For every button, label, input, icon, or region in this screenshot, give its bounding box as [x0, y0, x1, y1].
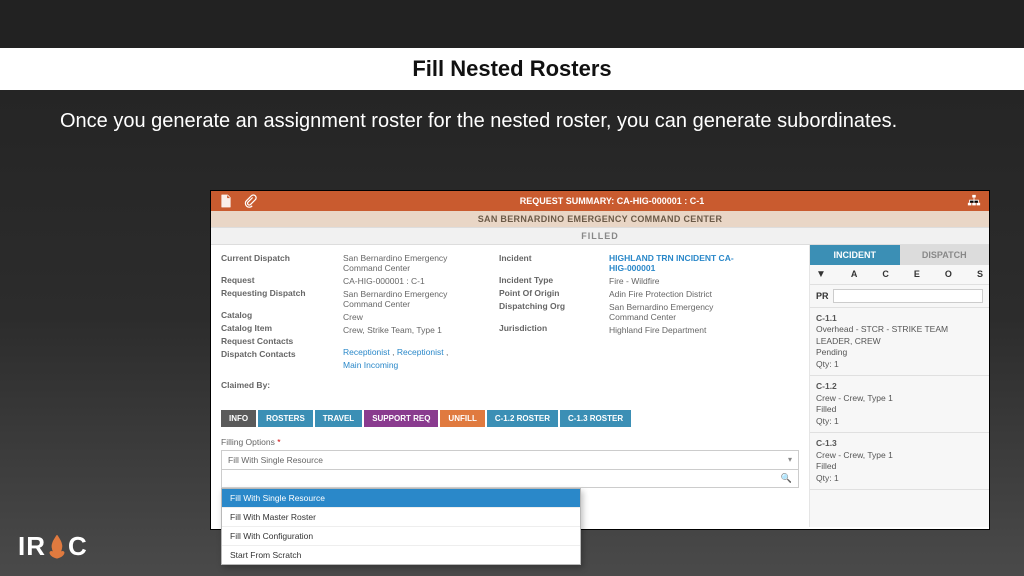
- value-catalog: Crew: [343, 312, 471, 322]
- label-request: Request: [221, 275, 315, 285]
- letter-filter-row: ▼ A C E O S: [810, 265, 989, 285]
- flame-icon: [48, 535, 66, 559]
- label-point-of-origin: Point Of Origin: [499, 288, 581, 298]
- option-start-from-scratch[interactable]: Start From Scratch: [222, 546, 580, 564]
- filter-letter-s[interactable]: S: [977, 269, 983, 280]
- tab-unfill[interactable]: UNFILL: [440, 410, 484, 427]
- value-request: CA-HIG-000001 : C-1: [343, 276, 471, 286]
- label-dispatch-contacts: Dispatch Contacts: [221, 349, 315, 359]
- document-icon[interactable]: [219, 194, 233, 208]
- option-master-roster[interactable]: Fill With Master Roster: [222, 508, 580, 527]
- value-current-dispatch: San Bernardino Emergency Command Center: [343, 253, 471, 273]
- slide-top-bar: [0, 0, 1024, 48]
- filling-selected-value: Fill With Single Resource: [228, 455, 323, 465]
- roster-card-c13[interactable]: C-1.3 Crew - Crew, Type 1 Filled Qty: 1: [810, 433, 989, 490]
- roster-card-c12[interactable]: C-1.2 Crew - Crew, Type 1 Filled Qty: 1: [810, 376, 989, 433]
- tab-travel[interactable]: TRAVEL: [315, 410, 362, 427]
- filling-options-select[interactable]: Fill With Single Resource ▾: [221, 450, 799, 470]
- label-jurisdiction: Jurisdiction: [499, 323, 581, 333]
- tab-rosters[interactable]: ROSTERS: [258, 410, 313, 427]
- card-qty: Qty: 1: [816, 416, 983, 427]
- filter-letter-e[interactable]: E: [914, 269, 920, 280]
- side-tab-incident[interactable]: INCIDENT: [810, 245, 900, 265]
- option-configuration[interactable]: Fill With Configuration: [222, 527, 580, 546]
- filter-letter-a[interactable]: A: [851, 269, 858, 280]
- filling-options-label: Filling Options: [221, 437, 275, 447]
- request-header: REQUEST SUMMARY: CA-HIG-000001 : C-1: [211, 191, 989, 211]
- filter-dropdown-icon[interactable]: ▼: [816, 269, 826, 280]
- filter-letter-c[interactable]: C: [882, 269, 889, 280]
- value-requesting-dispatch: San Bernardino Emergency Command Center: [343, 289, 471, 309]
- attachment-icon[interactable]: [243, 194, 257, 208]
- card-title: Crew - Crew, Type 1: [816, 450, 983, 461]
- command-center-name: SAN BERNARDINO EMERGENCY COMMAND CENTER: [211, 211, 989, 227]
- card-id: C-1.1: [816, 313, 983, 324]
- card-id: C-1.3: [816, 438, 983, 449]
- card-qty: Qty: 1: [816, 359, 983, 370]
- tab-c13-roster[interactable]: C-1.3 ROSTER: [560, 410, 631, 427]
- incident-link[interactable]: HIGHLAND TRN INCIDENT CA-HIG-000001: [609, 253, 749, 273]
- label-request-contacts: Request Contacts: [221, 336, 315, 346]
- card-qty: Qty: 1: [816, 473, 983, 484]
- request-header-title: REQUEST SUMMARY: CA-HIG-000001 : C-1: [520, 196, 705, 206]
- label-incident-type: Incident Type: [499, 275, 581, 285]
- label-current-dispatch: Current Dispatch: [221, 253, 315, 263]
- tab-c12-roster[interactable]: C-1.2 ROSTER: [487, 410, 558, 427]
- label-catalog-item: Catalog Item: [221, 323, 315, 333]
- logo-text-right: C: [68, 531, 88, 562]
- org-chart-icon[interactable]: [967, 194, 981, 208]
- tab-info[interactable]: INFO: [221, 410, 256, 427]
- iroc-logo: IR C: [18, 531, 88, 562]
- tab-support-req[interactable]: SUPPORT REQ: [364, 410, 438, 427]
- contact-link-1[interactable]: Receptionist: [343, 347, 390, 357]
- slide-subtitle: Once you generate an assignment roster f…: [0, 90, 1024, 145]
- value-jurisdiction: Highland Fire Department: [609, 325, 749, 335]
- label-requesting-dispatch: Requesting Dispatch: [221, 288, 315, 298]
- filter-letter-o[interactable]: O: [945, 269, 952, 280]
- value-incident-type: Fire - Wildfire: [609, 276, 749, 286]
- pr-label: PR: [816, 291, 829, 301]
- main-panel: Current Dispatch Request Requesting Disp…: [211, 245, 809, 527]
- card-id: C-1.2: [816, 381, 983, 392]
- card-status: Filled: [816, 404, 983, 415]
- contact-link-3[interactable]: Main Incoming: [343, 360, 471, 370]
- logo-text-left: IR: [18, 531, 46, 562]
- request-status: FILLED: [211, 227, 989, 245]
- label-incident: Incident: [499, 253, 581, 263]
- label-claimed-by: Claimed By:: [221, 380, 315, 390]
- label-catalog: Catalog: [221, 310, 315, 320]
- filling-search-input[interactable]: 🔍: [221, 470, 799, 488]
- required-asterisk: *: [277, 437, 280, 447]
- label-dispatching-org: Dispatching Org: [499, 301, 581, 311]
- app-window: REQUEST SUMMARY: CA-HIG-000001 : C-1 SAN…: [210, 190, 990, 530]
- card-status: Filled: [816, 461, 983, 472]
- card-title: Crew - Crew, Type 1: [816, 393, 983, 404]
- card-title: Overhead - STCR - STRIKE TEAM LEADER, CR…: [816, 324, 983, 347]
- caret-down-icon: ▾: [788, 455, 792, 464]
- search-icon: 🔍: [781, 473, 792, 484]
- contact-link-2[interactable]: Receptionist: [397, 347, 444, 357]
- value-dispatching-org: San Bernardino Emergency Command Center: [609, 302, 749, 322]
- side-tab-dispatch[interactable]: DISPATCH: [900, 245, 990, 265]
- option-single-resource[interactable]: Fill With Single Resource: [222, 489, 580, 508]
- pr-search-input[interactable]: [833, 289, 983, 303]
- roster-card-c11[interactable]: C-1.1 Overhead - STCR - STRIKE TEAM LEAD…: [810, 308, 989, 376]
- tab-bar: INFO ROSTERS TRAVEL SUPPORT REQ UNFILL C…: [221, 410, 799, 427]
- filling-options-dropdown: Fill With Single Resource Fill With Mast…: [221, 488, 581, 565]
- value-catalog-item: Crew, Strike Team, Type 1: [343, 325, 471, 335]
- card-status: Pending: [816, 347, 983, 358]
- slide-title: Fill Nested Rosters: [0, 48, 1024, 90]
- value-point-of-origin: Adin Fire Protection District: [609, 289, 749, 299]
- side-panel: INCIDENT DISPATCH ▼ A C E O S PR C-1.1 O…: [809, 245, 989, 527]
